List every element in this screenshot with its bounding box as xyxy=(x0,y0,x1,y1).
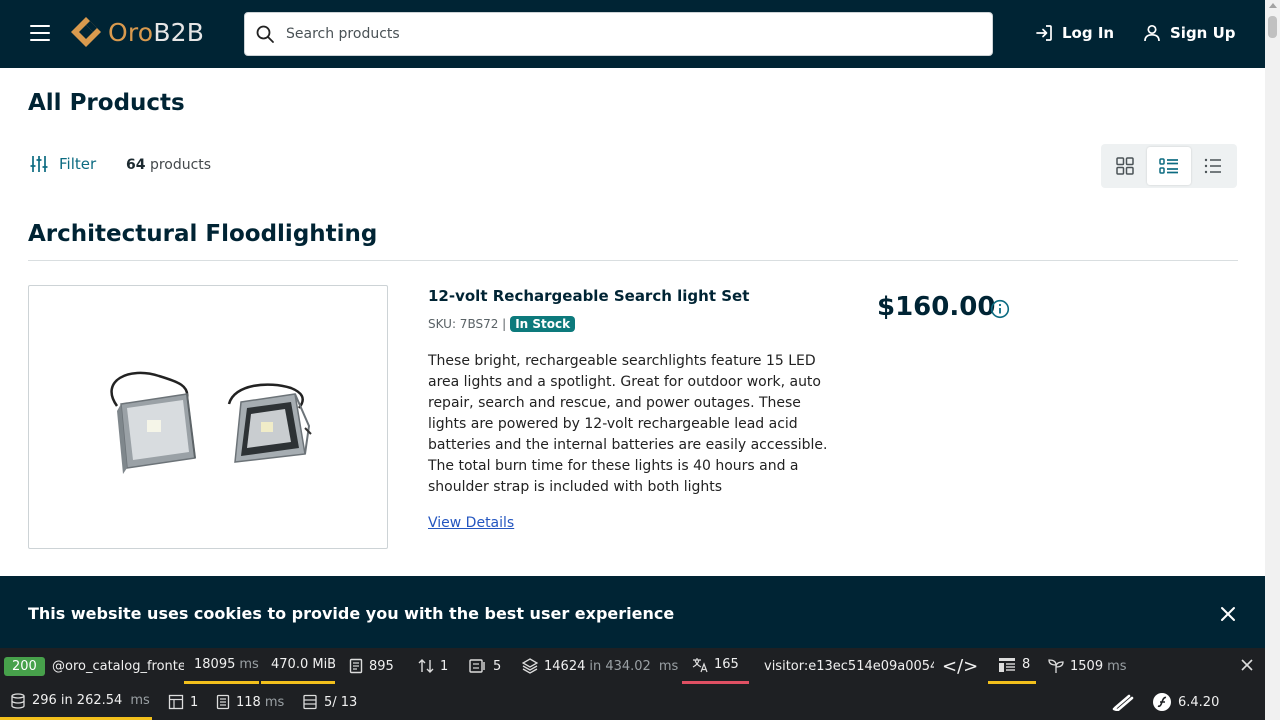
toolbar-close-icon[interactable] xyxy=(1241,659,1253,671)
layers-icon xyxy=(522,658,538,674)
cookie-banner: This website uses cookies to provide you… xyxy=(0,576,1265,648)
serializer-count[interactable]: 5/ 13 xyxy=(302,684,357,720)
database-icon xyxy=(11,692,25,709)
cache-stats[interactable]: 14624 in 434.02 ms xyxy=(522,648,678,684)
scrollbar[interactable] xyxy=(1265,0,1280,720)
cookie-message: This website uses cookies to provide you… xyxy=(28,604,675,623)
serializer-icon xyxy=(303,694,317,710)
translations-count[interactable]: 165 xyxy=(682,648,749,684)
view-details-link[interactable]: View Details xyxy=(428,515,514,531)
sort-arrows-icon xyxy=(418,659,434,673)
validator-time[interactable]: 118 ms xyxy=(216,684,284,720)
list-view-icon xyxy=(1159,158,1178,174)
logs-count[interactable]: 895 xyxy=(349,648,394,684)
validator-icon xyxy=(216,694,230,710)
events-count[interactable]: 5 xyxy=(469,648,501,684)
list-view-button[interactable] xyxy=(1147,147,1191,185)
security-user[interactable]: visitor:e13ec514e09a0054 xyxy=(764,648,934,684)
product-name-link[interactable]: 12-volt Rechargeable Search light Set xyxy=(428,287,749,305)
site-header: OroB2B Log In Sign Up xyxy=(0,0,1265,68)
filter-icon xyxy=(30,156,48,172)
search-icon[interactable] xyxy=(255,24,275,44)
stock-status-badge: In Stock xyxy=(510,316,576,332)
login-label: Log In xyxy=(1062,24,1115,42)
product-count: 64 products xyxy=(126,157,212,173)
form-table-icon xyxy=(168,694,184,710)
menu-icon[interactable] xyxy=(30,25,50,43)
page-title: All Products xyxy=(28,90,185,116)
code-icon[interactable]: </> xyxy=(942,648,978,684)
scroll-up-arrow[interactable] xyxy=(1269,3,1277,8)
symfony-icon xyxy=(1153,693,1171,711)
logo-text: OroB2B xyxy=(108,17,205,47)
route-name[interactable]: @oro_catalog_fronte xyxy=(52,648,184,684)
translate-icon xyxy=(692,657,708,672)
signup-label: Sign Up xyxy=(1170,24,1236,42)
divider xyxy=(28,260,1238,261)
events-icon xyxy=(469,659,485,673)
login-icon xyxy=(1036,25,1052,41)
compact-list-icon xyxy=(1204,158,1221,174)
search-input[interactable] xyxy=(286,26,966,42)
signup-link[interactable]: Sign Up xyxy=(1142,23,1236,43)
product-price: $160.00 xyxy=(877,292,996,322)
filter-label: Filter xyxy=(59,155,97,173)
logo[interactable]: OroB2B xyxy=(70,16,204,48)
requests-count[interactable]: 1 xyxy=(418,648,448,684)
logs-icon xyxy=(349,658,363,674)
forms-count[interactable]: 1 xyxy=(168,684,198,720)
status-code[interactable]: 200 xyxy=(4,648,45,684)
sku-row: SKU: 7BS72 | In Stock xyxy=(428,316,576,332)
grid-view-button[interactable] xyxy=(1103,147,1147,185)
memory-usage[interactable]: 470.0 MiB xyxy=(261,648,335,684)
pen-icon[interactable] xyxy=(1112,684,1140,720)
search-bar xyxy=(244,12,993,56)
twig-count[interactable]: 8 xyxy=(988,648,1036,684)
view-toggle xyxy=(1101,144,1237,188)
db-queries[interactable]: 296 in 262.54 ms xyxy=(0,684,152,720)
sprout-icon xyxy=(1048,659,1064,673)
floodlight-image xyxy=(110,371,312,474)
user-icon xyxy=(1144,24,1160,42)
product-sku: SKU: 7BS72 | xyxy=(428,317,507,331)
scrollbar-thumb[interactable] xyxy=(1268,16,1277,38)
logo-icon xyxy=(71,17,101,47)
login-link[interactable]: Log In xyxy=(1034,23,1114,43)
close-icon[interactable] xyxy=(1219,605,1237,623)
twig-icon xyxy=(999,657,1015,672)
product-image[interactable] xyxy=(28,285,388,549)
debug-toolbar: 200 @oro_catalog_fronte 18095 ms 470.0 Mi… xyxy=(0,648,1265,720)
filter-button[interactable]: Filter xyxy=(30,155,96,173)
layout-time[interactable]: 1509 ms xyxy=(1048,648,1127,684)
product-description: These bright, rechargeable searchlights … xyxy=(428,353,828,495)
category-title: Architectural Floodlighting xyxy=(28,221,378,247)
info-icon[interactable] xyxy=(990,299,1010,319)
symfony-version[interactable]: 6.4.20 xyxy=(1152,684,1219,720)
grid-icon xyxy=(1116,157,1134,175)
request-time[interactable]: 18095 ms xyxy=(184,648,259,684)
compact-list-view-button[interactable] xyxy=(1191,147,1235,185)
